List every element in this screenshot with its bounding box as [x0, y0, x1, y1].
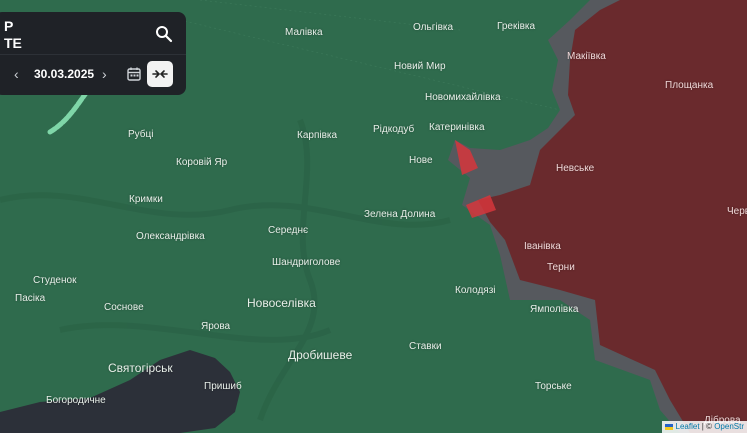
place-label: Новий Мир — [394, 61, 446, 72]
place-label: Невське — [556, 163, 595, 174]
date-display[interactable]: 30.03.2025 — [34, 67, 94, 81]
place-label: Черв — [727, 206, 747, 217]
panel-divider — [0, 54, 186, 55]
place-label: Кримки — [129, 194, 163, 205]
control-panel: Р ТЕ ‹ 30.03.2025 › — [0, 12, 186, 95]
place-label: Шандриголове — [272, 257, 341, 268]
place-label: Новомихайлівка — [425, 92, 501, 103]
leaflet-link[interactable]: Leaflet — [676, 422, 700, 431]
place-label: Карпівка — [297, 130, 338, 141]
map-attribution: Leaflet | © OpenStr — [662, 421, 747, 433]
place-label: Пасіка — [15, 293, 46, 304]
place-label: Середнє — [268, 225, 309, 236]
compare-icon[interactable] — [147, 61, 173, 87]
place-label: Торське — [535, 381, 572, 392]
place-label: Нове — [409, 155, 433, 166]
place-label: Пришиб — [204, 381, 242, 392]
place-label: Колодязі — [455, 285, 496, 296]
panel-title-line2: ТЕ — [4, 35, 22, 51]
place-label: Греківка — [497, 21, 536, 32]
place-label: Ямполівка — [530, 304, 579, 315]
attribution-separator: | © — [699, 422, 715, 431]
place-label: Дробишеве — [288, 348, 353, 362]
place-label: Терни — [547, 262, 575, 273]
place-label: Студенок — [33, 275, 77, 286]
calendar-icon[interactable] — [126, 66, 142, 82]
place-label: Соснове — [104, 302, 144, 313]
place-label: Новоселівка — [247, 296, 316, 310]
place-label: Зелена Долина — [364, 209, 436, 220]
place-label: Макіївка — [567, 51, 606, 62]
place-label: Рідкодуб — [373, 124, 415, 135]
osm-link[interactable]: OpenStr — [714, 422, 744, 431]
search-icon[interactable] — [154, 24, 174, 44]
previous-date-button[interactable]: ‹ — [14, 66, 19, 82]
place-label: Ставки — [409, 341, 442, 352]
place-label: Святогірськ — [108, 361, 173, 375]
place-label: Ольгівка — [413, 22, 454, 33]
place-label: Коровій Яр — [176, 157, 228, 168]
ukraine-flag-icon — [665, 423, 674, 430]
place-label: Площанка — [665, 80, 714, 91]
next-date-button[interactable]: › — [102, 66, 107, 82]
place-label: Ярова — [201, 321, 231, 332]
place-label: Олександрівка — [136, 231, 205, 242]
panel-title: Р ТЕ — [4, 18, 22, 52]
place-label: Малівка — [285, 27, 323, 38]
place-label: Іванівка — [524, 241, 561, 252]
place-label: Катеринівка — [429, 122, 485, 133]
place-label: Рубці — [128, 129, 154, 140]
place-label: Богородичне — [46, 395, 106, 406]
panel-title-line1: Р — [4, 18, 14, 34]
